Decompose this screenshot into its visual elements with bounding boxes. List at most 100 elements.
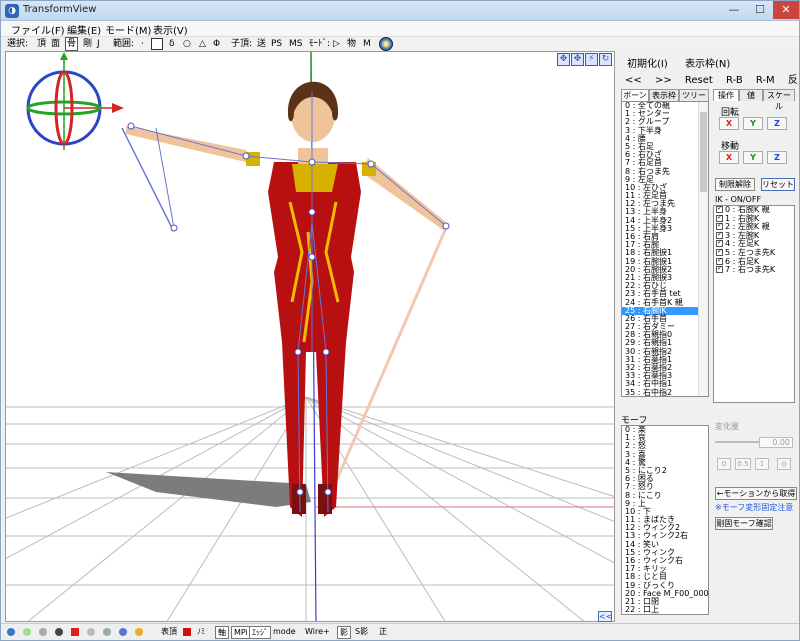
display-frame-link[interactable]: 表示枠(N)	[685, 59, 730, 70]
triangle-icon[interactable]	[71, 628, 79, 636]
rotation-gizmo[interactable]	[26, 52, 124, 150]
line-icon[interactable]	[87, 628, 95, 636]
tab-scale[interactable]: スケール	[763, 89, 795, 111]
rotate-x-button[interactable]: X	[719, 117, 739, 130]
ik-title: IK - ON/OFF	[715, 195, 762, 204]
tab-bone[interactable]: ボーン	[621, 89, 649, 101]
rm-button[interactable]: R-M	[756, 75, 775, 86]
range-rect-button[interactable]	[151, 38, 163, 50]
rotate-z-button[interactable]: Z	[767, 117, 787, 130]
morph-list[interactable]: 0 : 楽1 : 哀2 : 怒3 : 喜4 : 驚5 : にこり2 6 : 困る 7…	[621, 425, 709, 615]
child-send[interactable]: 送	[257, 37, 266, 51]
view-circle-icon[interactable]	[7, 628, 15, 636]
3d-viewport[interactable]	[5, 51, 615, 622]
bone-list-scrollbar[interactable]	[698, 102, 708, 396]
dots-icon[interactable]	[103, 628, 111, 636]
collapse-panel-button[interactable]: <<	[598, 611, 612, 622]
tab-tree[interactable]: ツリー	[679, 89, 709, 101]
morph-list-item[interactable]: 23 : 口下	[625, 614, 659, 615]
camera-icon[interactable]	[39, 628, 47, 636]
morph-slider[interactable]	[715, 441, 759, 443]
status-ortho[interactable]: 正	[379, 626, 387, 639]
range-circle[interactable]: ○	[183, 37, 191, 51]
next-button[interactable]: >>	[655, 75, 672, 86]
right-arm	[126, 126, 254, 164]
status-nomi[interactable]: ﾉﾐ	[197, 626, 205, 639]
ik-list-item[interactable]: 7 : 右つま先K	[714, 264, 794, 275]
range-phi[interactable]: Φ	[213, 37, 220, 51]
status-edge[interactable]: ｴｯｼﾞ	[249, 626, 271, 639]
status-shadow[interactable]: 影	[337, 626, 351, 639]
bone-list[interactable]: 0 : 全ての親 1 : センター 2 : グループ 3 : 下半身 4 : 腰5 : …	[621, 101, 709, 397]
menu-edit[interactable]: 編集(E)	[63, 22, 105, 37]
morph-set-1[interactable]: 1	[755, 458, 769, 470]
tab-display-frame[interactable]: 表示枠	[649, 89, 679, 101]
range-label: 範囲:	[113, 39, 135, 49]
move-x-button[interactable]: X	[719, 151, 739, 164]
move-view-icon[interactable]: ✥	[557, 53, 570, 66]
bone-list-rows: 0 : 全ての親 1 : センター 2 : グループ 3 : 下半身 4 : 腰5 : …	[622, 102, 708, 396]
gear-icon[interactable]	[135, 628, 143, 636]
model-shadow	[106, 472, 311, 507]
select-joint[interactable]: J	[97, 37, 100, 51]
bone-list-scrollthumb[interactable]	[700, 112, 707, 192]
close-button[interactable]: ✕	[773, 1, 799, 19]
menu-view[interactable]: 表示(V)	[149, 22, 192, 37]
mode-m[interactable]: M	[363, 37, 371, 51]
child-ps[interactable]: PS	[271, 37, 282, 51]
target-icon[interactable]	[55, 628, 63, 636]
status-wire[interactable]: Wire+	[305, 626, 330, 639]
mode-play[interactable]: ▷	[333, 37, 340, 51]
tab-operation[interactable]: 操作	[713, 89, 739, 101]
select-rigid[interactable]: 剛	[83, 37, 92, 51]
menu-file[interactable]: ファイル(F)	[7, 22, 69, 37]
status-axis[interactable]: 軸	[215, 626, 229, 639]
color-icon[interactable]	[183, 628, 191, 636]
status-self-shadow[interactable]: S影	[355, 626, 368, 639]
mode-label: ﾓｰﾄﾞ:	[309, 39, 331, 49]
minimize-button[interactable]: —	[721, 1, 747, 19]
menu-mode[interactable]: モード(M)	[101, 22, 155, 37]
morph-value-field[interactable]: 0.00	[759, 437, 793, 448]
select-bone[interactable]: 骨	[65, 37, 79, 51]
range-delta[interactable]: δ	[169, 37, 175, 51]
range-point[interactable]: ·	[141, 37, 144, 51]
menu-bar: ファイル(F) 編集(E) モード(M) 表示(V)	[1, 21, 799, 37]
prev-button[interactable]: <<	[625, 75, 642, 86]
reset-pose-button[interactable]: リセット	[761, 178, 795, 191]
move-z-button[interactable]: Z	[767, 151, 787, 164]
tab-value[interactable]: 値	[739, 89, 763, 101]
morph-set-half[interactable]: 0.5	[735, 458, 751, 470]
app-icon: ◑	[5, 4, 19, 18]
unlock-button[interactable]: 制限解除	[715, 178, 755, 191]
globe-icon[interactable]	[379, 37, 393, 51]
child-ms[interactable]: MS	[289, 37, 302, 51]
select-vertex[interactable]: 頂	[37, 37, 46, 51]
rb-button[interactable]: R-B	[726, 75, 743, 86]
status-mpi[interactable]: MPi	[231, 626, 251, 639]
bone-view-icon[interactable]	[119, 628, 127, 636]
rotate-view-icon[interactable]: ↻	[599, 53, 612, 66]
checkbox[interactable]	[716, 264, 723, 274]
init-link[interactable]: 初期化(I)	[627, 59, 668, 70]
range-triangle[interactable]: △	[199, 37, 206, 51]
ik-list[interactable]: 0 : 右腕K 親1 : 右腕K2 : 左腕K 親3 : 左腕K4 : 左足K5…	[713, 205, 795, 403]
move-y-button[interactable]: Y	[743, 151, 763, 164]
status-mode[interactable]: mode	[273, 626, 296, 639]
morph-target-icon[interactable]: ◎	[777, 458, 791, 470]
confirm-morph-button[interactable]: 剛固モーフ確認	[715, 517, 773, 530]
mode-physics[interactable]: 物	[347, 37, 356, 51]
floor-grid	[6, 396, 614, 621]
select-face[interactable]: 面	[51, 37, 60, 51]
op-tabs: 操作 値 スケール	[713, 89, 795, 111]
pan-view-icon[interactable]: ✥	[571, 53, 584, 66]
get-from-motion-button[interactable]: ←モーションから取得	[715, 487, 797, 500]
reset-button[interactable]: Reset	[685, 75, 713, 86]
maximize-button[interactable]: ☐	[747, 1, 773, 19]
rotate-y-button[interactable]: Y	[743, 117, 763, 130]
morph-set-0[interactable]: 0	[717, 458, 731, 470]
light-icon[interactable]	[23, 628, 31, 636]
zoom-view-icon[interactable]: ⚡	[585, 53, 598, 66]
transformview-window: ◑ TransformView — ☐ ✕ ファイル(F) 編集(E) モード(…	[0, 0, 800, 641]
status-vertex[interactable]: 表頂	[161, 626, 177, 639]
